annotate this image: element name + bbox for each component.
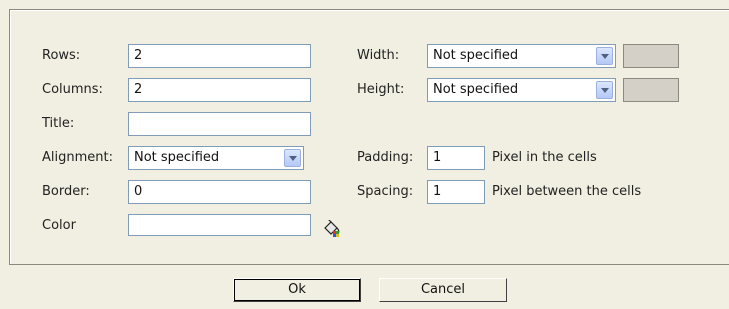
padding-input[interactable]: 1 (427, 146, 485, 170)
width-select-value: Not specified (433, 48, 519, 63)
padding-label: Padding: (357, 150, 414, 165)
color-label: Color (42, 218, 76, 233)
chevron-down-icon[interactable] (596, 47, 613, 65)
color-input[interactable] (128, 214, 311, 236)
rows-label: Rows: (42, 48, 81, 63)
ok-button[interactable]: Ok (233, 278, 361, 302)
cancel-button[interactable]: Cancel (379, 278, 507, 302)
spacing-label: Spacing: (357, 184, 414, 199)
title-input[interactable] (128, 112, 311, 136)
border-input[interactable]: 0 (128, 180, 311, 204)
border-label: Border: (42, 184, 90, 199)
columns-input[interactable]: 2 (128, 78, 311, 102)
spacing-suffix: Pixel between the cells (492, 184, 642, 199)
alignment-select-value: Not specified (134, 150, 220, 165)
height-select[interactable]: Not specified (427, 78, 616, 102)
alignment-select[interactable]: Not specified (128, 146, 304, 170)
chevron-down-icon[interactable] (284, 149, 301, 167)
width-label: Width: (357, 48, 400, 63)
width-select[interactable]: Not specified (427, 44, 616, 68)
columns-label: Columns: (42, 82, 103, 97)
title-label: Title: (42, 116, 75, 131)
spacing-input[interactable]: 1 (427, 180, 485, 204)
rows-input[interactable]: 2 (128, 44, 311, 68)
height-value-box (623, 78, 679, 102)
width-value-box (623, 44, 679, 68)
padding-suffix: Pixel in the cells (492, 150, 597, 165)
height-label: Height: (357, 82, 405, 97)
alignment-label: Alignment: (42, 150, 113, 165)
height-select-value: Not specified (433, 82, 519, 97)
paint-bucket-icon[interactable] (322, 218, 342, 238)
chevron-down-icon[interactable] (596, 81, 613, 99)
